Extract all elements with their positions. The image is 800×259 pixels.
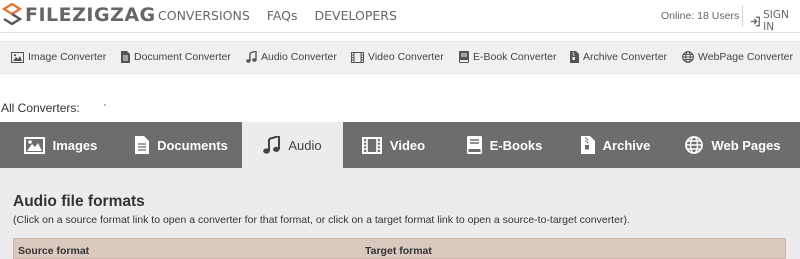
- logo[interactable]: FILEZIGZAG: [2, 3, 156, 27]
- tab-label: Documents: [157, 137, 228, 153]
- tab-label: Images: [52, 137, 98, 153]
- tab-label: E-Books: [489, 137, 543, 153]
- category-ebook-converter[interactable]: E-Book Converter: [459, 51, 556, 63]
- logo-mark-icon: [2, 3, 22, 26]
- main-nav: CONVERSIONS FAQs DEVELOPERS: [158, 8, 397, 23]
- section-title: Audio file formats: [13, 193, 145, 210]
- tab-archive[interactable]: Archive: [565, 122, 666, 168]
- nav-conversions[interactable]: CONVERSIONS: [158, 8, 250, 23]
- converter-category-bar: Image Converter Document Converter Audio…: [0, 41, 800, 74]
- film-icon: [351, 51, 364, 63]
- music-icon: [246, 51, 257, 63]
- signin-button[interactable]: SIGN IN: [750, 9, 800, 33]
- category-label: Archive Converter: [583, 51, 668, 63]
- category-label: WebPage Converter: [698, 51, 793, 63]
- category-archive-converter[interactable]: Archive Converter: [570, 51, 667, 63]
- archive-icon: [570, 51, 579, 63]
- tab-audio[interactable]: Audio: [242, 122, 343, 168]
- category-label: Document Converter: [134, 51, 231, 63]
- category-webpage-converter[interactable]: WebPage Converter: [682, 51, 793, 63]
- tab-ebooks[interactable]: E-Books: [444, 122, 565, 168]
- all-converters-label: All Converters:: [1, 101, 80, 115]
- tab-documents[interactable]: Documents: [121, 122, 242, 168]
- tab-label: Web Pages: [711, 137, 781, 153]
- decorative-dot: [104, 104, 106, 106]
- category-document-converter[interactable]: Document Converter: [121, 51, 231, 63]
- column-header-target: Target format: [365, 245, 432, 257]
- nav-developers[interactable]: DEVELOPERS: [315, 8, 397, 23]
- tab-web-pages[interactable]: Web Pages: [666, 122, 800, 168]
- category-label: E-Book Converter: [473, 51, 557, 63]
- music-icon: [263, 136, 281, 154]
- online-users: Online: 18 Users: [661, 10, 740, 22]
- category-video-converter[interactable]: Video Converter: [351, 51, 444, 63]
- nav-faqs[interactable]: FAQs: [267, 8, 298, 23]
- tab-label: Video: [389, 137, 426, 153]
- top-bar: FILEZIGZAG CONVERSIONS FAQs DEVELOPERS O…: [0, 0, 800, 33]
- tab-images[interactable]: Images: [0, 122, 121, 168]
- brand-name: FILEZIGZAG: [25, 4, 156, 26]
- section-instructions: (Click on a source format link to open a…: [13, 214, 630, 226]
- category-label: Video Converter: [368, 51, 444, 63]
- archive-icon: [580, 136, 595, 154]
- signin-label: SIGN IN: [763, 9, 789, 33]
- category-label: Image Converter: [28, 51, 107, 63]
- film-icon: [361, 136, 382, 154]
- divider: [742, 5, 743, 27]
- globe-icon: [682, 51, 694, 63]
- image-icon: [11, 51, 24, 63]
- globe-icon: [685, 136, 704, 154]
- formats-table-header: Source format Target format: [13, 238, 786, 259]
- tab-label: Audio: [288, 137, 322, 153]
- signin-icon: [750, 16, 760, 26]
- image-icon: [23, 136, 45, 154]
- document-icon: [135, 136, 150, 154]
- category-label: Audio Converter: [261, 51, 337, 63]
- tab-label: Archive: [602, 137, 651, 153]
- book-icon: [459, 51, 469, 63]
- category-audio-converter[interactable]: Audio Converter: [246, 51, 337, 63]
- category-image-converter[interactable]: Image Converter: [11, 51, 106, 63]
- book-icon: [466, 136, 482, 154]
- column-header-source: Source format: [18, 245, 90, 257]
- tab-video[interactable]: Video: [343, 122, 444, 168]
- document-icon: [121, 51, 130, 63]
- format-tabs: Images Documents Audio Video E-Books Arc…: [0, 122, 800, 168]
